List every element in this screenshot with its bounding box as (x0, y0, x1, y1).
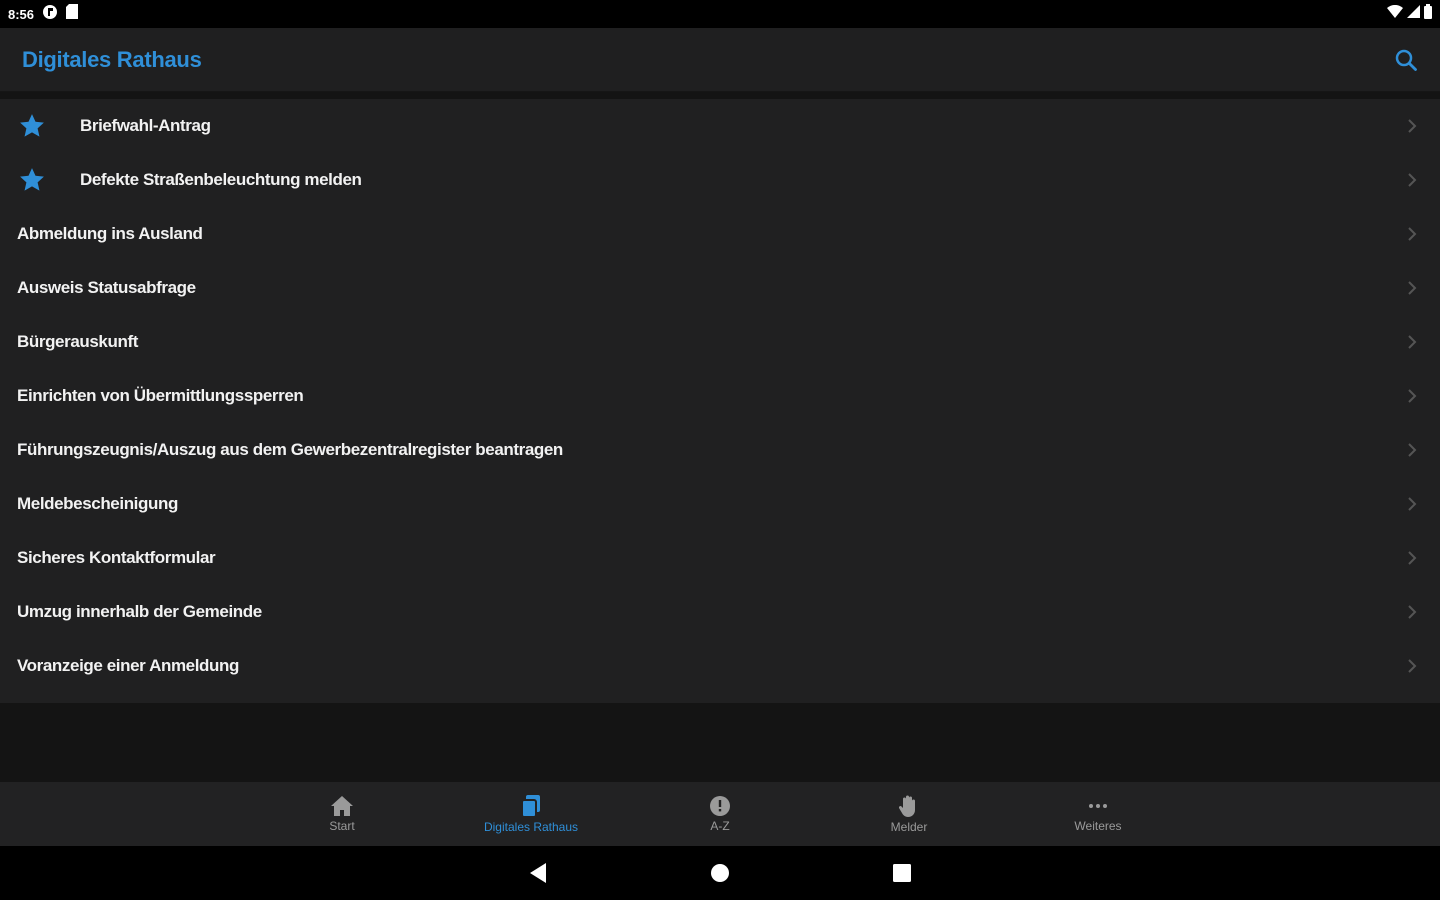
status-right (1387, 4, 1432, 24)
home-icon (331, 796, 353, 816)
status-bar: 8:56 (0, 0, 1440, 28)
info-icon (710, 796, 730, 816)
chevron-right-icon (1402, 656, 1422, 676)
sd-card-icon (66, 4, 79, 24)
notification-icon (42, 4, 58, 25)
status-time: 8:56 (8, 6, 35, 22)
system-nav-bar (0, 846, 1440, 900)
nav-item-label: Start (329, 819, 355, 833)
list-item[interactable]: Sicheres Kontaktformular (0, 531, 1440, 585)
list-item[interactable]: Umzug innerhalb der Gemeinde (0, 585, 1440, 639)
chevron-right-icon (1402, 170, 1422, 190)
service-list: Briefwahl-Antrag Defekte Straßenbeleucht… (0, 99, 1440, 703)
list-item[interactable]: Bürgerauskunft (0, 315, 1440, 369)
nav-item-label: Weiteres (1074, 819, 1122, 833)
documents-icon (521, 795, 540, 818)
hand-icon (898, 795, 915, 817)
chevron-right-icon (1402, 440, 1422, 460)
chevron-right-icon (1402, 386, 1422, 406)
list-item-label: Briefwahl-Antrag (80, 116, 211, 135)
list-item-label: Meldebescheinigung (17, 494, 178, 513)
list-item-label: Sicheres Kontaktformular (17, 548, 216, 567)
recents-icon (893, 864, 911, 882)
nav-item-label: A-Z (710, 819, 730, 833)
nav-item-digitales-rathaus[interactable]: Digitales Rathaus (437, 782, 626, 846)
status-left: 8:56 (8, 4, 79, 25)
chevron-right-icon (1402, 332, 1422, 352)
home-button[interactable] (700, 853, 740, 893)
star-icon[interactable] (17, 165, 47, 195)
list-item-label: Umzug innerhalb der Gemeinde (17, 602, 262, 621)
chevron-right-icon (1402, 116, 1422, 136)
list-item-label: Führungszeugnis/Auszug aus dem Gewerbeze… (17, 440, 563, 459)
list-item[interactable]: Abmeldung ins Ausland (0, 207, 1440, 261)
app-bar: Digitales Rathaus (0, 28, 1440, 92)
search-icon (1395, 49, 1417, 71)
recents-button[interactable] (882, 853, 922, 893)
battery-icon (1424, 4, 1432, 24)
nav-item-a-z[interactable]: A-Z (626, 782, 815, 846)
chevron-right-icon (1402, 548, 1422, 568)
list-item[interactable]: Führungszeugnis/Auszug aus dem Gewerbeze… (0, 423, 1440, 477)
page-title: Digitales Rathaus (22, 46, 202, 72)
list-item-label: Abmeldung ins Ausland (17, 224, 203, 243)
nav-item-melder[interactable]: Melder (815, 782, 1004, 846)
list-item[interactable]: Ausweis Statusabfrage (0, 261, 1440, 315)
list-item-label: Defekte Straßenbeleuchtung melden (80, 170, 362, 189)
chevron-right-icon (1402, 224, 1422, 244)
back-button[interactable] (518, 853, 558, 893)
nav-item-weiteres[interactable]: Weiteres (1004, 782, 1193, 846)
wifi-icon (1387, 4, 1403, 23)
list-item[interactable]: Einrichten von Übermittlungssperren (0, 369, 1440, 423)
list-item-label: Voranzeige einer Anmeldung (17, 656, 239, 675)
search-button[interactable] (1388, 42, 1424, 78)
list-item[interactable]: Briefwahl-Antrag (0, 99, 1440, 153)
bottom-nav: Start Digitales Rathaus A-Z Melder Weite… (0, 782, 1440, 846)
list-item[interactable]: Defekte Straßenbeleuchtung melden (0, 153, 1440, 207)
list-item[interactable]: Voranzeige einer Anmeldung (0, 639, 1440, 693)
list-item-label: Bürgerauskunft (17, 332, 138, 351)
home-circle-icon (711, 864, 729, 882)
more-icon (1089, 804, 1107, 808)
list-item-label: Ausweis Statusabfrage (17, 278, 196, 297)
nav-item-label: Melder (890, 820, 928, 834)
list-item[interactable]: Meldebescheinigung (0, 477, 1440, 531)
empty-area (0, 703, 1440, 782)
nav-item-label: Digitales Rathaus (483, 820, 579, 834)
chevron-right-icon (1402, 494, 1422, 514)
star-icon[interactable] (17, 111, 47, 141)
chevron-right-icon (1402, 278, 1422, 298)
back-icon (530, 863, 546, 883)
nav-item-start[interactable]: Start (248, 782, 437, 846)
chevron-right-icon (1402, 602, 1422, 622)
signal-icon (1407, 5, 1420, 23)
list-item-label: Einrichten von Übermittlungssperren (17, 386, 304, 405)
